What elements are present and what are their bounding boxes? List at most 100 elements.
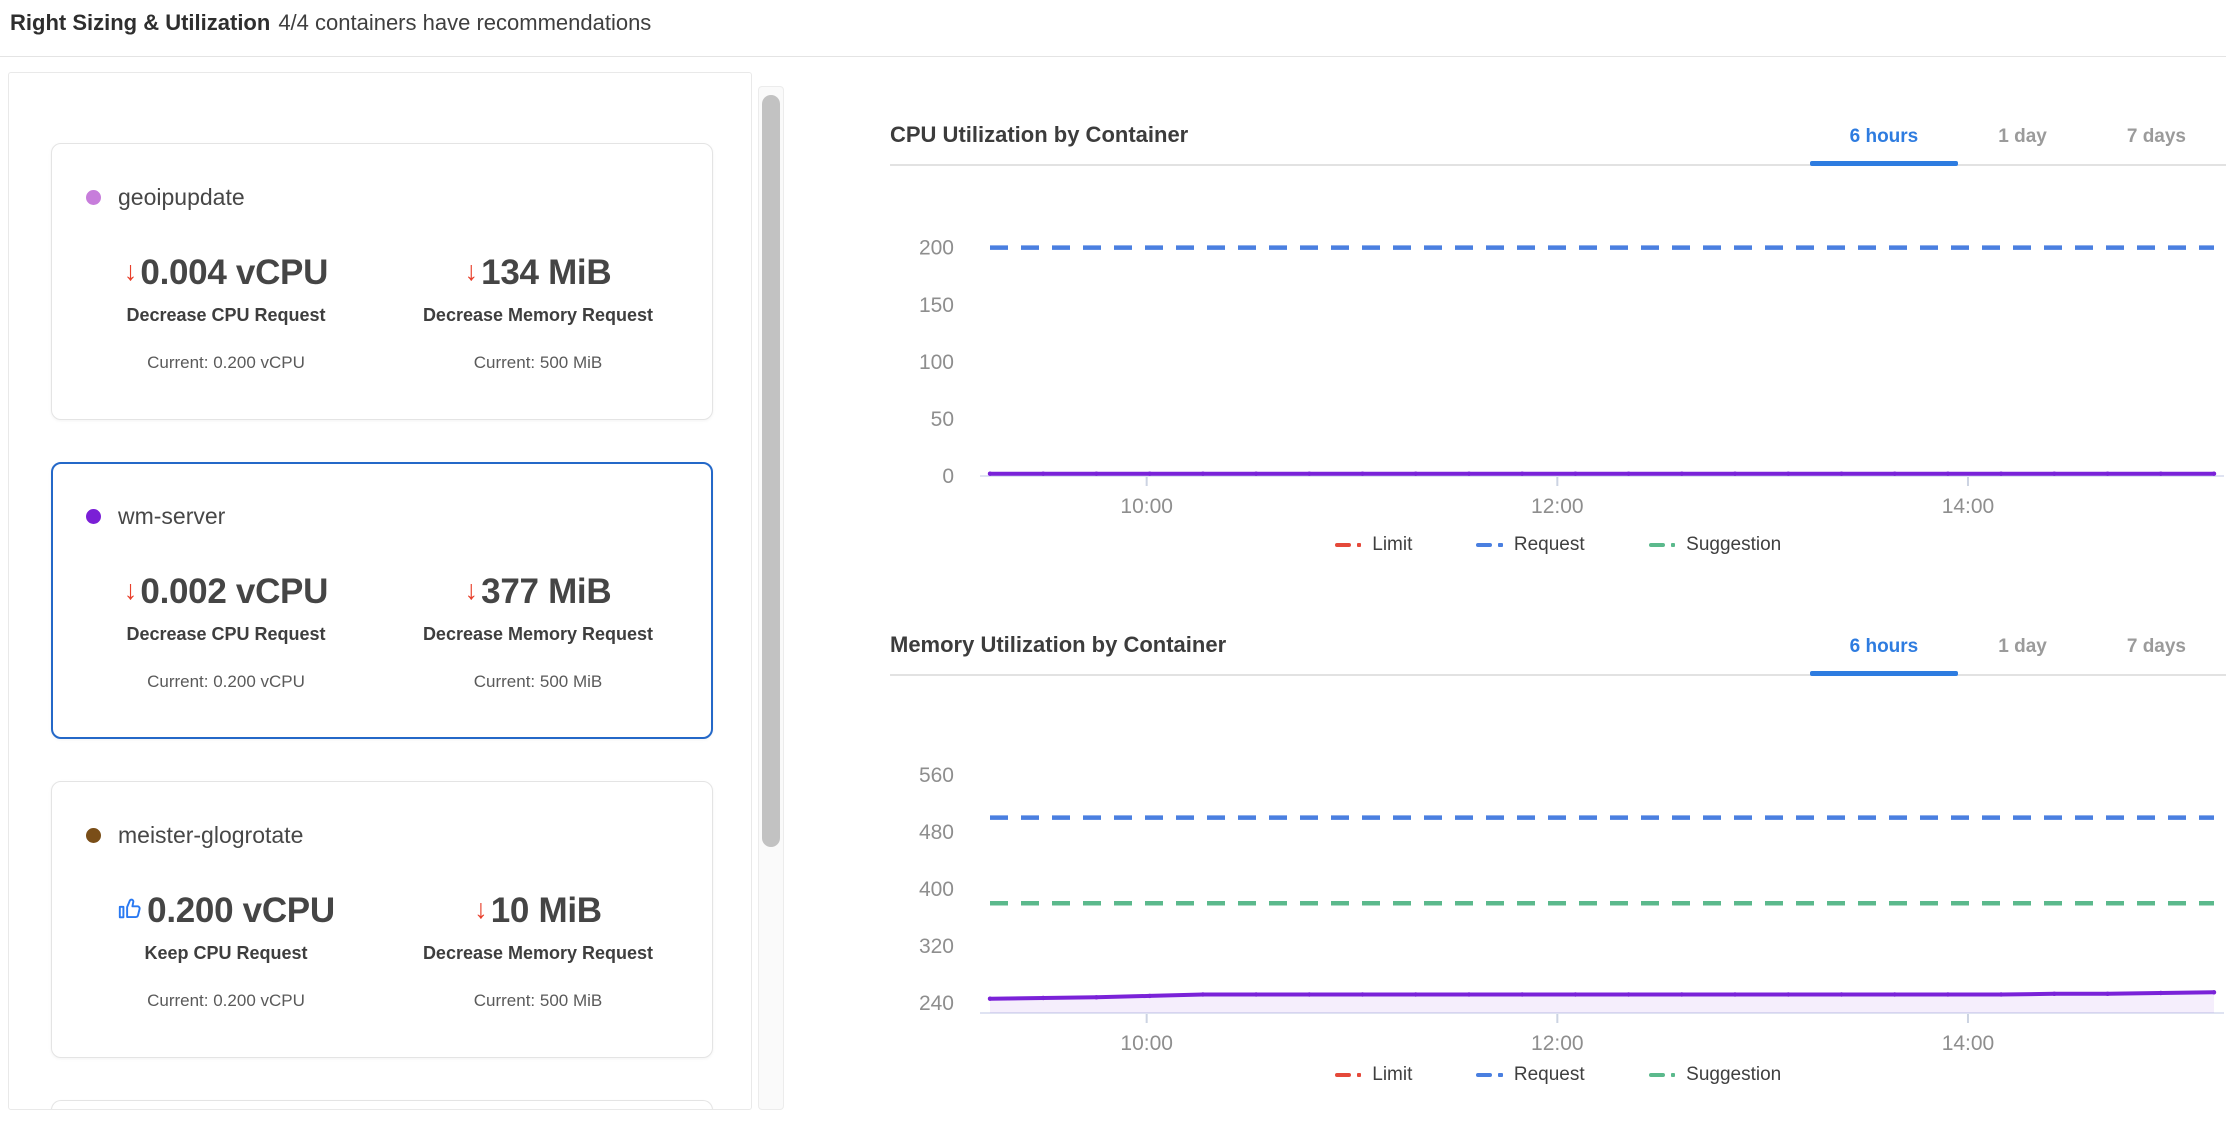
usage-point-marker [1467, 472, 1471, 476]
decrease-arrow-icon: ↓ [465, 577, 479, 604]
tab-6-hours[interactable]: 6 hours [1810, 126, 1959, 164]
usage-point-marker [1573, 472, 1577, 476]
memory-recommendation: ↓ 10 MiB Decrease Memory Request Current… [382, 891, 694, 1011]
legend-label: Suggestion [1686, 534, 1781, 556]
usage-point-marker [1999, 992, 2003, 996]
legend-label: Limit [1372, 534, 1412, 556]
card-header: wm-server [86, 503, 694, 530]
usage-point-marker [1094, 472, 1098, 476]
y-tick-label: 200 [919, 237, 954, 260]
usage-point-marker [1041, 472, 1045, 476]
cpu-chart-range-tabs: 6 hours 1 day 7 days [1810, 126, 2226, 164]
x-tick-label: 14:00 [1942, 495, 1995, 518]
container-card-partial[interactable] [51, 1100, 713, 1110]
usage-point-marker [2105, 992, 2109, 996]
memory-chart-plot[interactable]: 24032040048056010:0012:0014:00 [890, 676, 2226, 1056]
usage-point-marker [1041, 996, 1045, 1000]
usage-point-marker [1680, 472, 1684, 476]
tab-1-day[interactable]: 1 day [1958, 126, 2087, 164]
memory-chart-title: Memory Utilization by Container [890, 632, 1226, 674]
cpu-recommendation: ↓ 0.004 vCPU Decrease CPU Request Curren… [70, 253, 382, 373]
cpu-recommended-value: 0.004 vCPU [140, 253, 328, 293]
legend-dash-icon [1476, 1073, 1492, 1078]
cpu-current-value: Current: 0.200 vCPU [70, 672, 382, 692]
y-tick-label: 100 [919, 351, 954, 374]
container-card-wm-server[interactable]: wm-server ↓ 0.002 vCPU Decrease CPU Requ… [51, 462, 713, 739]
usage-point-marker [1307, 472, 1311, 476]
tab-1-day[interactable]: 1 day [1958, 636, 2087, 674]
usage-point-marker [2159, 472, 2163, 476]
decrease-arrow-icon: ↓ [124, 577, 138, 604]
container-card-list: geoipupdate ↓ 0.004 vCPU Decrease CPU Re… [9, 73, 751, 1110]
cpu-recommended-value: 0.200 vCPU [147, 891, 335, 931]
x-tick-label: 12:00 [1531, 495, 1584, 518]
legend-item-limit[interactable]: Limit [1335, 534, 1413, 556]
memory-recommended-value: 134 MiB [481, 253, 611, 293]
container-card-geoipupdate[interactable]: geoipupdate ↓ 0.004 vCPU Decrease CPU Re… [51, 143, 713, 420]
cpu-recommended-value: 0.002 vCPU [140, 572, 328, 612]
container-card-meister-glogrotate[interactable]: meister-glogrotate 0.200 vCPU Keep CPU R… [51, 781, 713, 1058]
usage-point-marker [1733, 472, 1737, 476]
memory-action-label: Decrease Memory Request [382, 305, 694, 326]
usage-point-marker [2212, 990, 2216, 994]
tab-7-days[interactable]: 7 days [2087, 126, 2226, 164]
legend-dot-icon [1357, 543, 1362, 548]
usage-point-marker [1893, 472, 1897, 476]
container-name: wm-server [118, 503, 225, 530]
legend-dash-icon [1649, 1073, 1665, 1078]
y-tick-label: 480 [919, 821, 954, 844]
memory-action-label: Decrease Memory Request [382, 624, 694, 645]
usage-point-marker [1786, 472, 1790, 476]
legend-item-limit[interactable]: Limit [1335, 1064, 1413, 1086]
charts-region: CPU Utilization by Container 6 hours 1 d… [890, 100, 2226, 1086]
legend-dot-icon [1671, 1073, 1676, 1078]
usage-point-marker [1467, 992, 1471, 996]
legend-dot-icon [1498, 543, 1503, 548]
cpu-current-value: Current: 0.200 vCPU [70, 353, 382, 373]
usage-point-marker [1946, 992, 1950, 996]
container-color-dot [86, 509, 101, 524]
legend-dash-icon [1649, 543, 1665, 548]
cpu-chart-title: CPU Utilization by Container [890, 122, 1188, 164]
usage-point-marker [1254, 992, 1258, 996]
usage-point-marker [1201, 472, 1205, 476]
usage-point-marker [1786, 992, 1790, 996]
memory-chart-range-tabs: 6 hours 1 day 7 days [1810, 636, 2226, 674]
cpu-chart-legend: Limit Request Suggestion [890, 534, 2226, 556]
x-tick-label: 14:00 [1942, 1032, 1995, 1055]
cpu-action-label: Decrease CPU Request [70, 624, 382, 645]
x-tick-label: 10:00 [1120, 1032, 1173, 1055]
tab-7-days[interactable]: 7 days [2087, 636, 2226, 674]
memory-recommendation: ↓ 134 MiB Decrease Memory Request Curren… [382, 253, 694, 373]
page-title-bold: Right Sizing & Utilization [10, 10, 270, 35]
legend-item-request[interactable]: Request [1476, 534, 1584, 556]
cpu-utilization-chart: CPU Utilization by Container 6 hours 1 d… [890, 100, 2226, 556]
usage-point-marker [1520, 992, 1524, 996]
tab-6-hours[interactable]: 6 hours [1810, 636, 1959, 674]
legend-item-request[interactable]: Request [1476, 1064, 1584, 1086]
usage-point-marker [1573, 992, 1577, 996]
legend-item-suggestion[interactable]: Suggestion [1649, 1064, 1782, 1086]
usage-point-marker [1254, 472, 1258, 476]
y-tick-label: 150 [919, 294, 954, 317]
cpu-current-value: Current: 0.200 vCPU [70, 991, 382, 1011]
container-name: meister-glogrotate [118, 822, 303, 849]
card-list-scrollbar-thumb[interactable] [762, 95, 780, 847]
cpu-recommendation: 0.200 vCPU Keep CPU Request Current: 0.2… [70, 891, 382, 1011]
usage-point-marker [1201, 992, 1205, 996]
usage-point-marker [1893, 992, 1897, 996]
page-subtitle: 4/4 containers have recommendations [278, 10, 651, 35]
memory-recommendation: ↓ 377 MiB Decrease Memory Request Curren… [382, 572, 694, 692]
usage-point-marker [1733, 992, 1737, 996]
thumbs-up-icon [117, 895, 144, 922]
usage-point-marker [2105, 472, 2109, 476]
legend-item-suggestion[interactable]: Suggestion [1649, 534, 1782, 556]
legend-dot-icon [1357, 1073, 1362, 1078]
cpu-action-label: Keep CPU Request [70, 943, 382, 964]
usage-point-marker [1360, 992, 1364, 996]
card-header: geoipupdate [86, 184, 694, 211]
cpu-chart-plot[interactable]: 05010015020010:0012:0014:00 [890, 166, 2226, 518]
usage-point-marker [1414, 472, 1418, 476]
card-list-scrollbar-track[interactable] [758, 86, 784, 1110]
container-color-dot [86, 828, 101, 843]
